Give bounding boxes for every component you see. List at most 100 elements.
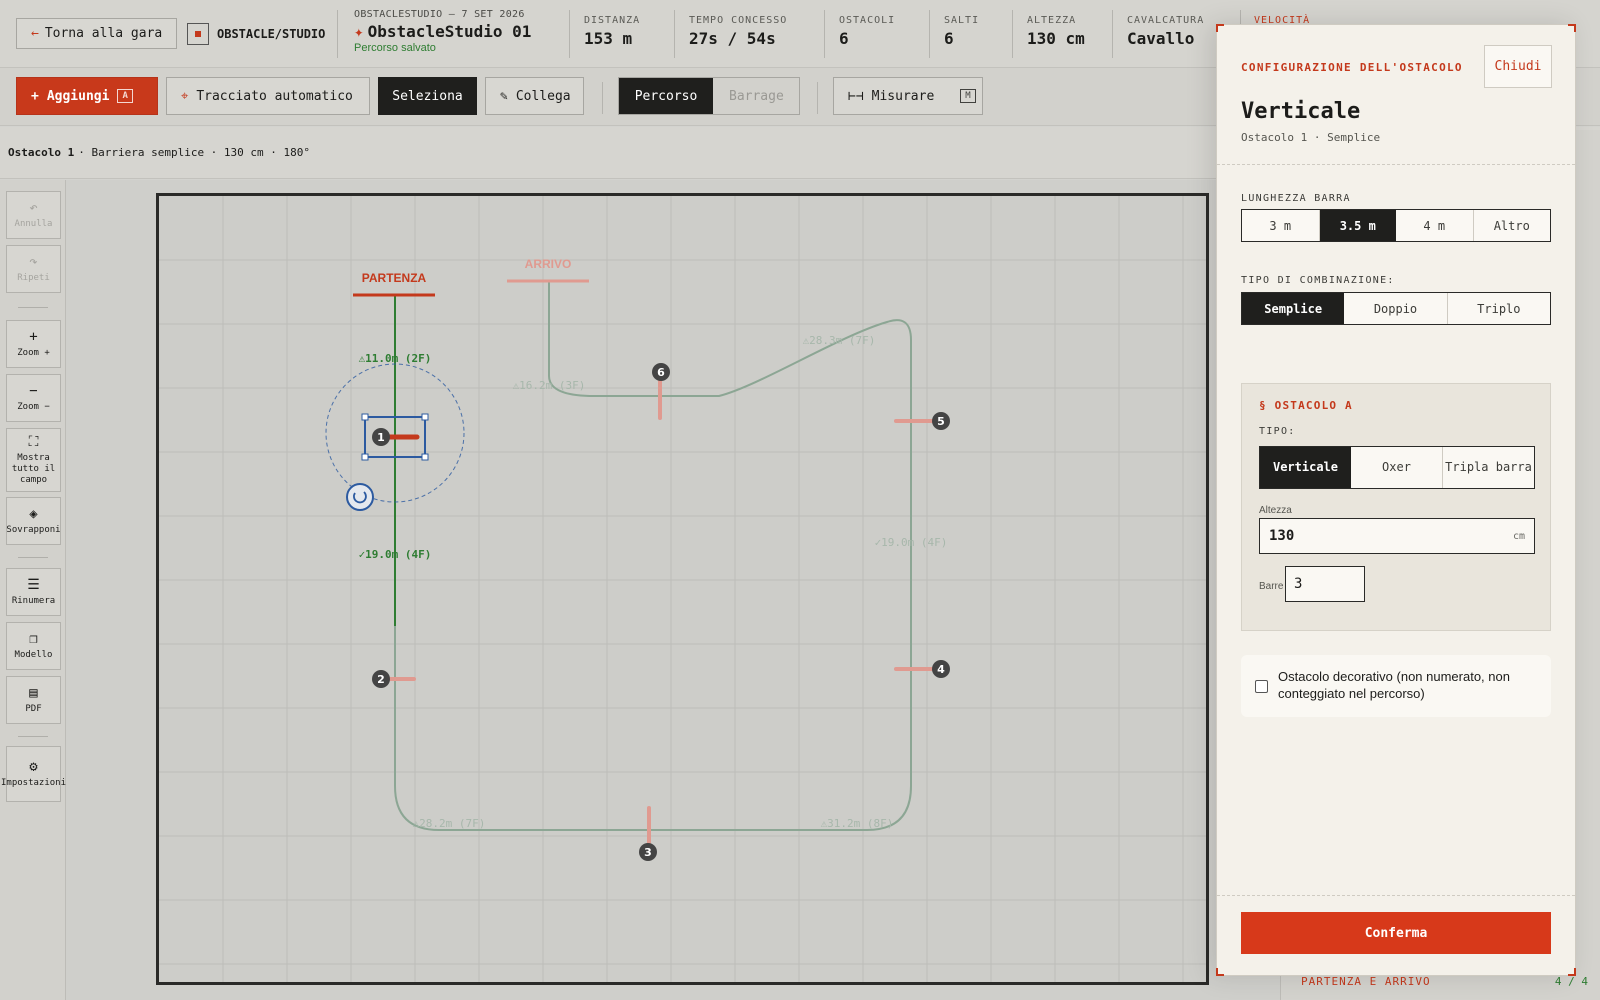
auto-path-button[interactable]: ⌖ Tracciato automatico bbox=[166, 77, 370, 115]
height-input[interactable]: 130 cm bbox=[1259, 518, 1535, 554]
distance-label: ⚠28.3m (7F) bbox=[803, 334, 876, 347]
stat-time-allowed: TEMPO CONCESSO 27s / 54s bbox=[689, 15, 788, 48]
pdf-button[interactable]: ▤ PDF bbox=[6, 676, 61, 724]
divider bbox=[18, 307, 48, 308]
renumber-button[interactable]: ☰ Rinumera bbox=[6, 568, 61, 616]
type-option[interactable]: Oxer bbox=[1351, 447, 1443, 488]
bars-label: Barre bbox=[1259, 581, 1284, 592]
plus-icon: + bbox=[29, 329, 38, 346]
start-label: PARTENZA bbox=[362, 271, 427, 285]
divider bbox=[674, 10, 675, 58]
settings-button[interactable]: ⚙ Impostazioni bbox=[1, 746, 66, 802]
minus-icon: − bbox=[29, 383, 38, 400]
type-selector: Verticale Oxer Tripla barra bbox=[1259, 446, 1535, 489]
decorative-label: Ostacolo decorativo (non numerato, non c… bbox=[1278, 669, 1510, 701]
bar-length-option[interactable]: 3.5 m bbox=[1319, 210, 1396, 241]
divider bbox=[569, 10, 570, 58]
shortcut-badge: A bbox=[117, 89, 133, 103]
arena-field[interactable]: PARTENZA ARRIVO ⚠11.0m (2F) ✓19.0m (4F) … bbox=[156, 193, 1209, 985]
rotate-handle bbox=[346, 483, 374, 511]
ruler-icon: ⊢⊣ bbox=[848, 88, 864, 104]
mode-course-tab[interactable]: Percorso bbox=[619, 78, 713, 114]
stat-distance: DISTANZA 153 m bbox=[584, 15, 641, 48]
add-obstacle-button[interactable]: + Aggiungi A bbox=[16, 77, 158, 115]
distance-label: ⚠16.2m (3F) bbox=[513, 379, 586, 392]
distance-label: ⚠11.0m (2F) bbox=[359, 352, 432, 365]
type-option[interactable]: Tripla barra bbox=[1443, 447, 1534, 488]
bar-length-label: LUNGHEZZA BARRA bbox=[1241, 193, 1351, 204]
zoom-in-button[interactable]: + Zoom + bbox=[6, 320, 61, 368]
layers-icon: ◈ bbox=[29, 506, 38, 523]
redo-button[interactable]: ↷ Ripeti bbox=[6, 245, 61, 293]
drawer-kicker: CONFIGURAZIONE DELL'OSTACOLO bbox=[1241, 61, 1463, 74]
course-meta: OBSTACLESTUDIO — 7 SET 2026 ✦ ObstacleStu… bbox=[354, 9, 531, 54]
stat-mount: CAVALCATURA Cavallo bbox=[1127, 15, 1205, 48]
combination-label: TIPO DI COMBINAZIONE: bbox=[1241, 275, 1395, 286]
copy-icon: ❐ bbox=[29, 631, 38, 648]
sparkle-icon: ✦ bbox=[354, 22, 364, 41]
height-label: Altezza bbox=[1259, 505, 1292, 516]
divider bbox=[929, 10, 930, 58]
svg-text:6: 6 bbox=[657, 366, 665, 379]
obstacle-config-drawer: CONFIGURAZIONE DELL'OSTACOLO Chiudi Vert… bbox=[1216, 24, 1576, 976]
shortcut-badge: M bbox=[960, 89, 976, 103]
arrow-left-icon: ← bbox=[31, 26, 39, 41]
combination-option[interactable]: Doppio bbox=[1344, 293, 1448, 324]
combination-option[interactable]: Semplice bbox=[1242, 293, 1345, 324]
drawer-subtitle: Ostacolo 1 · Semplice bbox=[1241, 131, 1381, 144]
distance-label: ✓19.0m (4F) bbox=[359, 548, 432, 561]
type-option[interactable]: Verticale bbox=[1260, 447, 1351, 488]
drawer-title: Verticale bbox=[1241, 99, 1361, 124]
close-button[interactable]: Chiudi bbox=[1484, 45, 1552, 88]
decorative-checkbox[interactable] bbox=[1255, 679, 1268, 693]
bar-length-selector: 3 m 3.5 m 4 m Altro bbox=[1241, 209, 1551, 242]
bar-length-option[interactable]: 4 m bbox=[1396, 210, 1474, 241]
divider bbox=[337, 10, 338, 58]
distance-label: ⚠31.2m (8F) bbox=[821, 817, 894, 830]
select-tool-button[interactable]: Seleziona bbox=[378, 77, 477, 115]
divider bbox=[817, 82, 818, 114]
overlay-button[interactable]: ◈ Sovrapponi bbox=[6, 497, 61, 545]
course-path bbox=[394, 282, 912, 831]
stat-obstacles: OSTACOLI 6 bbox=[839, 15, 896, 48]
combination-selector: Semplice Doppio Triplo bbox=[1241, 292, 1551, 325]
confirm-button[interactable]: Conferma bbox=[1241, 912, 1551, 954]
svg-text:2: 2 bbox=[377, 673, 385, 686]
measure-button[interactable]: ⊢⊣ Misurare M bbox=[833, 77, 983, 115]
decorative-option[interactable]: Ostacolo decorativo (non numerato, non c… bbox=[1241, 655, 1551, 717]
course-title[interactable]: ✦ ObstacleStudio 01 bbox=[354, 22, 531, 41]
back-to-competition-button[interactable]: ← Torna alla gara bbox=[16, 18, 178, 49]
panel-footer-label: PARTENZA E ARRIVO bbox=[1301, 975, 1431, 988]
gear-icon: ⚙ bbox=[29, 759, 38, 776]
divider bbox=[18, 557, 48, 558]
bar-length-option[interactable]: 3 m bbox=[1242, 210, 1320, 241]
panel-footer-count: 4 / 4 bbox=[1554, 975, 1588, 988]
distance-label: ⚠28.2m (7F) bbox=[413, 817, 486, 830]
left-tool-rail: ↶ Annulla ↷ Ripeti + Zoom + − Zoom − ⛶ Mostra… bbox=[0, 180, 66, 1000]
divider bbox=[18, 736, 48, 737]
divider bbox=[1012, 10, 1013, 58]
undo-icon: ↶ bbox=[29, 200, 38, 217]
save-status: Percorso salvato bbox=[354, 42, 436, 54]
selected-obstacle-details: · Barriera semplice · 130 cm · 180° bbox=[78, 146, 311, 159]
link-tool-button[interactable]: ✎ Collega bbox=[485, 77, 584, 115]
height-value: 130 bbox=[1269, 528, 1295, 544]
distance-label: ✓19.0m (4F) bbox=[875, 536, 948, 549]
template-button[interactable]: ❐ Modello bbox=[6, 622, 61, 670]
drawer-footer: Conferma bbox=[1217, 895, 1575, 975]
mode-barrage-tab[interactable]: Barrage bbox=[713, 78, 800, 114]
combination-option[interactable]: Triplo bbox=[1448, 293, 1550, 324]
fit-field-button[interactable]: ⛶ Mostra tutto il campo bbox=[6, 428, 61, 492]
crosshair-icon: ⌖ bbox=[181, 88, 189, 104]
bars-input[interactable]: 3 bbox=[1285, 566, 1365, 602]
stat-height: ALTEZZA 130 cm bbox=[1027, 15, 1085, 48]
bar-length-option[interactable]: Altro bbox=[1474, 210, 1551, 241]
finish-label: ARRIVO bbox=[525, 257, 572, 271]
plus-icon: + bbox=[31, 88, 39, 104]
zoom-out-button[interactable]: − Zoom − bbox=[6, 374, 61, 422]
studio-logo: OBSTACLE/STUDIO bbox=[187, 18, 325, 49]
undo-button[interactable]: ↶ Annulla bbox=[6, 191, 61, 239]
section-title: § OSTACOLO A bbox=[1259, 399, 1353, 412]
pencil-icon: ✎ bbox=[500, 88, 508, 104]
svg-text:5: 5 bbox=[937, 415, 945, 428]
